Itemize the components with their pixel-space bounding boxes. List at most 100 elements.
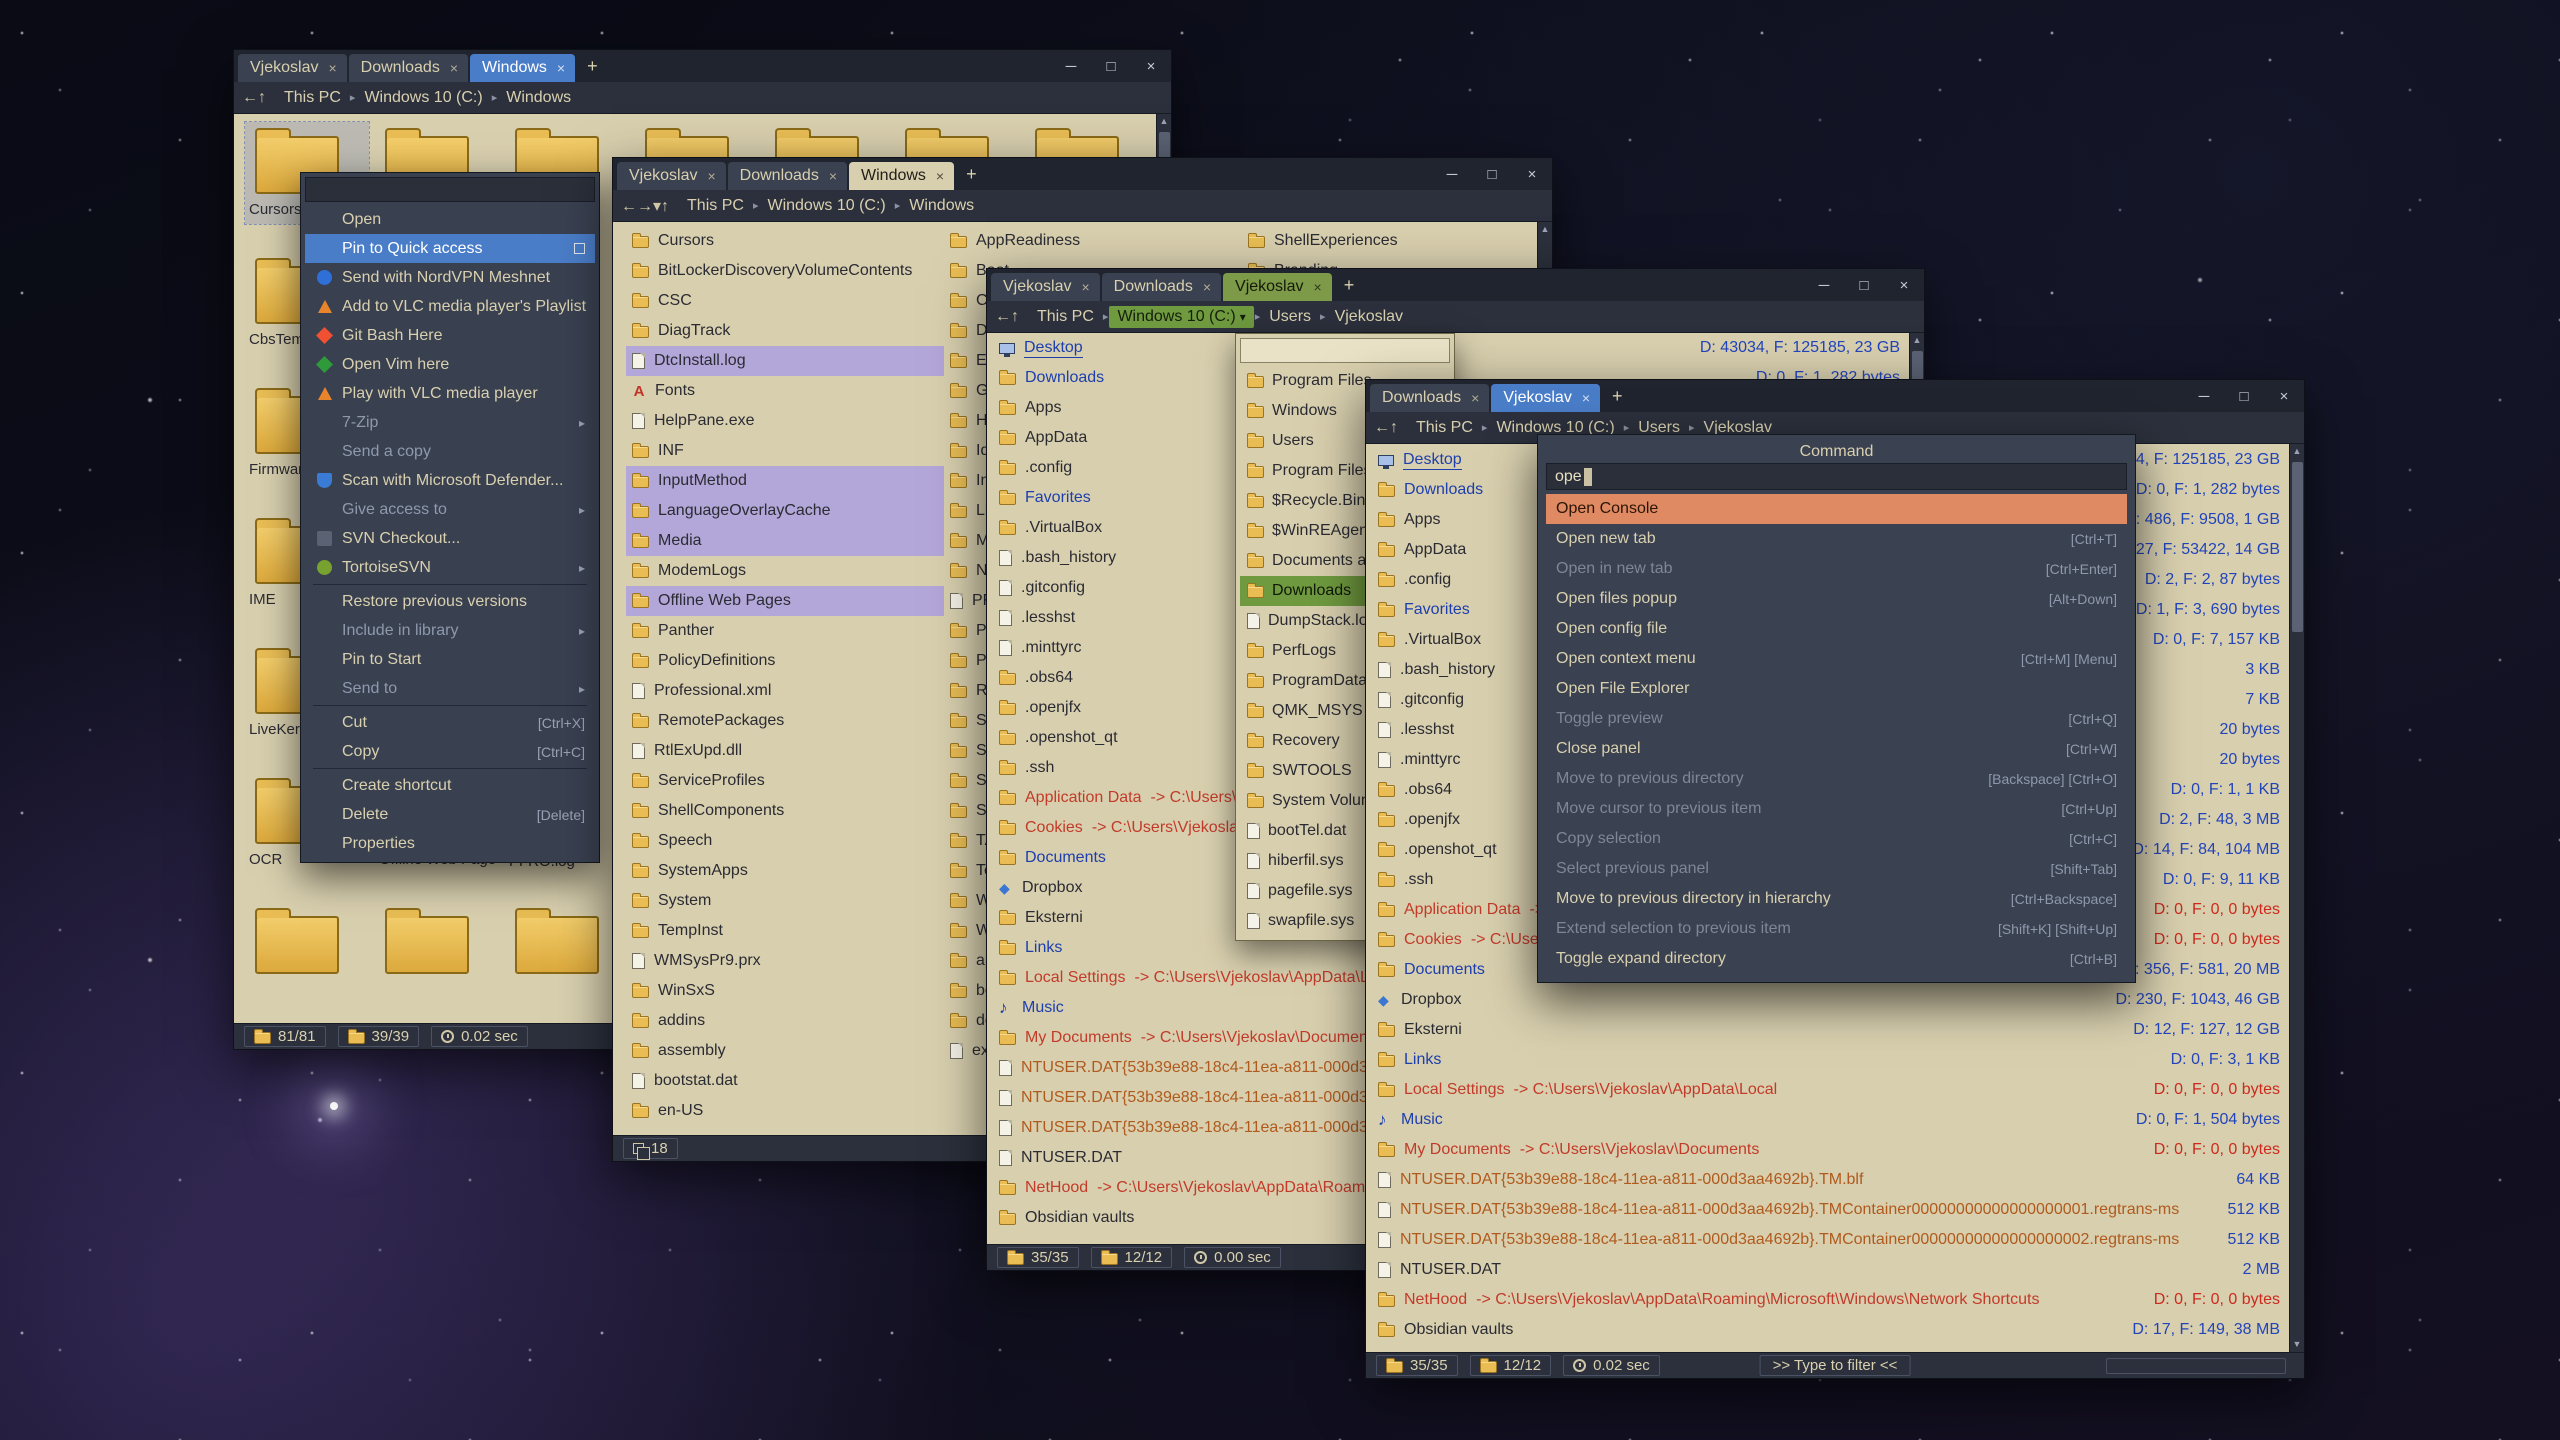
context-menu-item-add-to-vlc-media-player-s-playlist[interactable]: Add to VLC media player's Playlist: [305, 292, 595, 321]
tab-close-icon[interactable]: ×: [450, 60, 458, 76]
back-button[interactable]: ←: [995, 308, 1011, 325]
breadcrumb-users[interactable]: Users: [1261, 306, 1319, 328]
minimize-button[interactable]: ─: [2184, 388, 2224, 405]
command-item-open-file-explorer[interactable]: Open File Explorer: [1546, 674, 2127, 704]
command-item-extend-selection-to-previous-item[interactable]: Extend selection to previous item[Shift+…: [1546, 914, 2127, 944]
tab-close-icon[interactable]: ×: [1081, 279, 1089, 295]
file-row-system[interactable]: System: [626, 886, 944, 916]
file-row-local-settings[interactable]: Local Settings-> C:\Users\Vjekoslav\AppD…: [1366, 1075, 2304, 1105]
scroll-up-icon[interactable]: ▲: [2290, 444, 2304, 459]
forward-button[interactable]: →: [637, 198, 653, 215]
file-row-bitlockerdiscoveryvolumecontents[interactable]: BitLockerDiscoveryVolumeContents: [626, 256, 944, 286]
file-row-remotepackages[interactable]: RemotePackages: [626, 706, 944, 736]
dropdown-filter-input[interactable]: [1240, 338, 1450, 363]
file-row-bootstat-dat[interactable]: bootstat.dat: [626, 1066, 944, 1096]
maximize-button[interactable]: □: [1091, 58, 1131, 75]
scroll-up-icon[interactable]: ▲: [1157, 114, 1171, 129]
tab-close-icon[interactable]: ×: [1314, 279, 1322, 295]
context-menu-item-restore-previous-versions[interactable]: Restore previous versions: [305, 587, 595, 616]
tab-close-icon[interactable]: ×: [1582, 390, 1590, 406]
tab-close-icon[interactable]: ×: [1203, 279, 1211, 295]
minimize-button[interactable]: ─: [1804, 277, 1844, 294]
context-menu-item-create-shortcut[interactable]: Create shortcut: [305, 771, 595, 800]
context-menu-item-send-with-nordvpn-meshnet[interactable]: Send with NordVPN Meshnet: [305, 263, 595, 292]
file-row-winsxs[interactable]: WinSxS: [626, 976, 944, 1006]
back-button[interactable]: ←: [242, 89, 258, 106]
command-item-copy-selection[interactable]: Copy selection[Ctrl+C]: [1546, 824, 2127, 854]
grid-item-folder[interactable]: [505, 902, 629, 1004]
maximize-button[interactable]: □: [1472, 166, 1512, 183]
context-menu-item-send-a-copy[interactable]: Send a copy: [305, 437, 595, 466]
grid-item-folder[interactable]: [375, 902, 499, 1004]
titlebar[interactable]: Vjekoslav×Downloads×Windows×+ ─ □ ×: [613, 158, 1552, 190]
minimize-button[interactable]: ─: [1051, 58, 1091, 75]
context-menu-item-svn-checkout[interactable]: SVN Checkout...: [305, 524, 595, 553]
new-tab-button[interactable]: +: [956, 164, 987, 185]
breadcrumb-this-pc[interactable]: This PC: [1029, 306, 1102, 328]
file-row-helppane-exe[interactable]: HelpPane.exe: [626, 406, 944, 436]
tab-windows[interactable]: Windows×: [849, 162, 954, 190]
command-item-move-cursor-to-previous-item[interactable]: Move cursor to previous item[Ctrl+Up]: [1546, 794, 2127, 824]
breadcrumb-dropdown-icon[interactable]: ▾: [1236, 310, 1246, 324]
menu-filter-input[interactable]: [305, 177, 595, 202]
scrollbar[interactable]: ▲ ▼: [2289, 444, 2304, 1352]
close-button[interactable]: ×: [1512, 166, 1552, 183]
file-row-diagtrack[interactable]: DiagTrack: [626, 316, 944, 346]
file-row-music[interactable]: ♪MusicD: 0, F: 1, 504 bytes: [1366, 1105, 2304, 1135]
back-button[interactable]: ←: [621, 198, 637, 215]
up-button[interactable]: ↑: [1011, 308, 1019, 325]
context-menu-item-cut[interactable]: Cut[Ctrl+X]: [305, 708, 595, 737]
command-item-toggle-expand-directory[interactable]: Toggle expand directory[Ctrl+B]: [1546, 944, 2127, 974]
file-row-rtlexupd-dll[interactable]: RtlExUpd.dll: [626, 736, 944, 766]
maximize-button[interactable]: □: [2224, 388, 2264, 405]
command-item-move-to-previous-directory[interactable]: Move to previous directory[Backspace] [C…: [1546, 764, 2127, 794]
file-row-inf[interactable]: INF: [626, 436, 944, 466]
tab-vjekoslav[interactable]: Vjekoslav×: [1223, 273, 1332, 301]
command-item-open-in-new-tab[interactable]: Open in new tab[Ctrl+Enter]: [1546, 554, 2127, 584]
tab-vjekoslav[interactable]: Vjekoslav×: [617, 162, 726, 190]
new-tab-button[interactable]: +: [1602, 386, 1633, 407]
file-row-modemlogs[interactable]: ModemLogs: [626, 556, 944, 586]
file-row-inputmethod[interactable]: InputMethod: [626, 466, 944, 496]
breadcrumb-vjekoslav[interactable]: Vjekoslav: [1327, 306, 1411, 328]
tab-close-icon[interactable]: ×: [1471, 390, 1479, 406]
file-row-professional-xml[interactable]: Professional.xml: [626, 676, 944, 706]
up-button[interactable]: ↑: [258, 89, 266, 106]
file-row-cursors[interactable]: Cursors: [626, 226, 944, 256]
close-button[interactable]: ×: [2264, 388, 2304, 405]
command-item-select-previous-panel[interactable]: Select previous panel[Shift+Tab]: [1546, 854, 2127, 884]
titlebar[interactable]: Downloads×Vjekoslav×+ ─ □ ×: [1366, 380, 2304, 412]
tab-close-icon[interactable]: ×: [328, 60, 336, 76]
up-button[interactable]: ↑: [1390, 419, 1398, 436]
tab-close-icon[interactable]: ×: [557, 60, 565, 76]
file-row-languageoverlaycache[interactable]: LanguageOverlayCache: [626, 496, 944, 526]
breadcrumb-this-pc[interactable]: This PC: [276, 87, 349, 109]
file-row-my-documents[interactable]: My Documents-> C:\Users\Vjekoslav\Docume…: [1366, 1135, 2304, 1165]
context-menu-item-7-zip[interactable]: 7-Zip▸: [305, 408, 595, 437]
context-menu-item-open[interactable]: Open: [305, 205, 595, 234]
command-item-open-new-tab[interactable]: Open new tab[Ctrl+T]: [1546, 524, 2127, 554]
file-row-desktop[interactable]: DesktopD: 43034, F: 125185, 23 GB: [987, 333, 1924, 363]
file-row-serviceprofiles[interactable]: ServiceProfiles: [626, 766, 944, 796]
file-row-dropbox[interactable]: ◆DropboxD: 230, F: 1043, 46 GB: [1366, 985, 2304, 1015]
context-menu-item-give-access-to[interactable]: Give access to▸: [305, 495, 595, 524]
tab-close-icon[interactable]: ×: [829, 168, 837, 184]
file-row-dtcinstall-log[interactable]: DtcInstall.log: [626, 346, 944, 376]
command-item-open-console[interactable]: Open Console: [1546, 494, 2127, 524]
file-row-tempinst[interactable]: TempInst: [626, 916, 944, 946]
scrollbar-thumb[interactable]: [2292, 462, 2303, 632]
close-button[interactable]: ×: [1884, 277, 1924, 294]
tab-vjekoslav[interactable]: Vjekoslav×: [1491, 384, 1600, 412]
file-row-ntuser-dat[interactable]: NTUSER.DAT2 MB: [1366, 1255, 2304, 1285]
file-row-nethood[interactable]: NetHood-> C:\Users\Vjekoslav\AppData\Roa…: [1366, 1285, 2304, 1315]
command-item-move-to-previous-directory-in-hierarchy[interactable]: Move to previous directory in hierarchy[…: [1546, 884, 2127, 914]
file-row-en-us[interactable]: en-US: [626, 1096, 944, 1126]
tab-vjekoslav[interactable]: Vjekoslav×: [991, 273, 1100, 301]
file-row-wmsyspr9-prx[interactable]: WMSysPr9.prx: [626, 946, 944, 976]
context-menu-item-include-in-library[interactable]: Include in library▸: [305, 616, 595, 645]
context-menu-item-delete[interactable]: Delete[Delete]: [305, 800, 595, 829]
minimize-button[interactable]: ─: [1432, 166, 1472, 183]
breadcrumb-windows-10-c[interactable]: Windows 10 (C:)▾: [1109, 306, 1253, 328]
context-menu-item-tortoisesvn[interactable]: TortoiseSVN▸: [305, 553, 595, 582]
grid-item-folder[interactable]: [245, 902, 369, 1004]
